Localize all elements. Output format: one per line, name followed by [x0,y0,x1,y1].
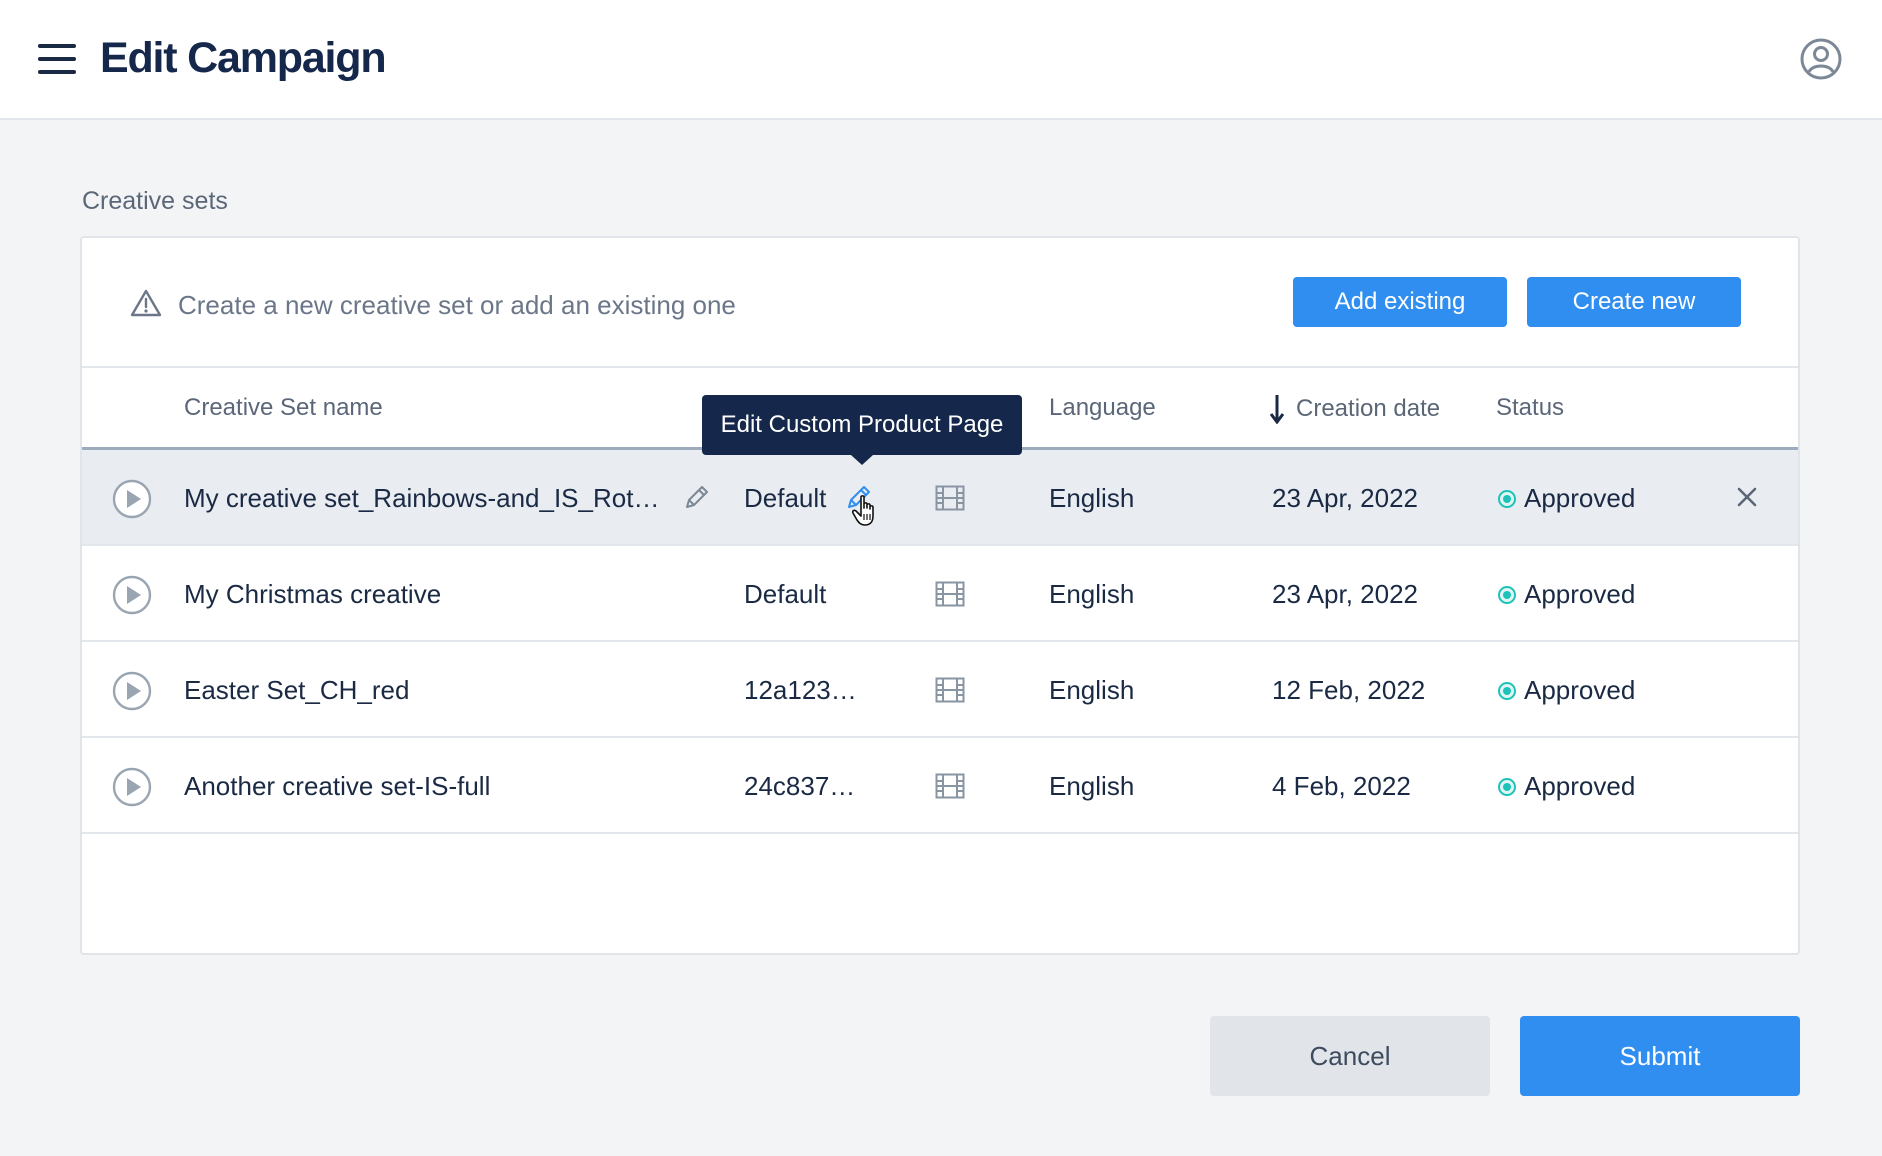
status-badge: Approved [1498,483,1635,514]
column-header-status[interactable]: Status [1496,394,1564,422]
sort-descending-icon [1270,395,1284,424]
creation-date: 4 Feb, 2022 [1272,771,1411,801]
film-icon[interactable] [935,581,965,607]
column-header-creation-date-label: Creation date [1296,395,1441,422]
creative-set-name: Another creative set-IS-full [184,771,491,801]
status-dot-icon [1498,681,1516,700]
section-title: Creative sets [82,187,228,215]
notice-text: Create a new creative set or add an exis… [178,290,736,320]
status-label: Approved [1524,579,1636,609]
creative-sets-panel: Create a new creative set or add an exis… [80,236,1800,955]
column-header-creation-date[interactable]: Creation date [1270,394,1440,424]
play-icon[interactable] [112,671,152,711]
film-icon[interactable] [935,773,965,799]
cancel-button[interactable]: Cancel [1210,1016,1490,1096]
warning-icon [130,289,162,317]
creation-date: 23 Apr, 2022 [1272,579,1419,609]
table-row[interactable]: Easter Set_CH_red 12a123… English 12 Feb… [82,642,1798,738]
add-existing-button[interactable]: Add existing [1293,277,1507,327]
submit-button[interactable]: Submit [1520,1016,1800,1096]
status-label: Approved [1524,675,1636,705]
play-icon[interactable] [112,575,152,615]
table-row[interactable]: My Christmas creative Default English 23… [82,546,1798,642]
custom-product-page: Default [744,579,827,609]
play-icon[interactable] [112,479,152,519]
language: English [1049,483,1135,513]
language: English [1049,579,1135,609]
create-new-button[interactable]: Create new [1527,277,1741,327]
custom-product-page: 24c837… [744,771,856,801]
close-icon[interactable] [1736,486,1758,508]
creative-set-name: My Christmas creative [184,579,442,609]
film-icon[interactable] [935,485,965,511]
table-row[interactable]: My creative set_Rainbows-and_IS_Rot… Def… [82,450,1798,546]
app-header: Edit Campaign [0,0,1882,120]
play-icon[interactable] [112,767,152,807]
notice-bar: Create a new creative set or add an exis… [82,238,1798,368]
language: English [1049,771,1135,801]
creation-date: 12 Feb, 2022 [1272,675,1426,705]
status-badge: Approved [1498,771,1635,802]
hamburger-menu-icon[interactable] [38,42,76,74]
creative-set-name: My creative set_Rainbows-and_IS_Rot… [184,483,660,513]
hand-cursor-icon [852,495,874,526]
creative-set-name: Easter Set_CH_red [184,675,410,705]
status-badge: Approved [1498,579,1635,610]
column-header-name[interactable]: Creative Set name [184,394,383,422]
status-dot-icon [1498,585,1516,604]
status-label: Approved [1524,483,1636,513]
table-row[interactable]: Another creative set-IS-full 24c837… Eng… [82,738,1798,834]
status-badge: Approved [1498,675,1635,706]
status-label: Approved [1524,771,1636,801]
user-account-icon[interactable] [1800,38,1842,80]
status-dot-icon [1498,489,1516,508]
status-dot-icon [1498,777,1516,796]
column-header-language[interactable]: Language [1049,394,1156,422]
film-icon[interactable] [935,677,965,703]
edit-name-pencil-icon[interactable] [682,482,712,512]
language: English [1049,675,1135,705]
creation-date: 23 Apr, 2022 [1272,483,1419,513]
custom-product-page: Default [744,483,827,513]
edit-custom-product-page-tooltip: Edit Custom Product Page [702,395,1022,465]
page-title: Edit Campaign [100,34,387,82]
custom-product-page: 12a123… [744,675,857,705]
